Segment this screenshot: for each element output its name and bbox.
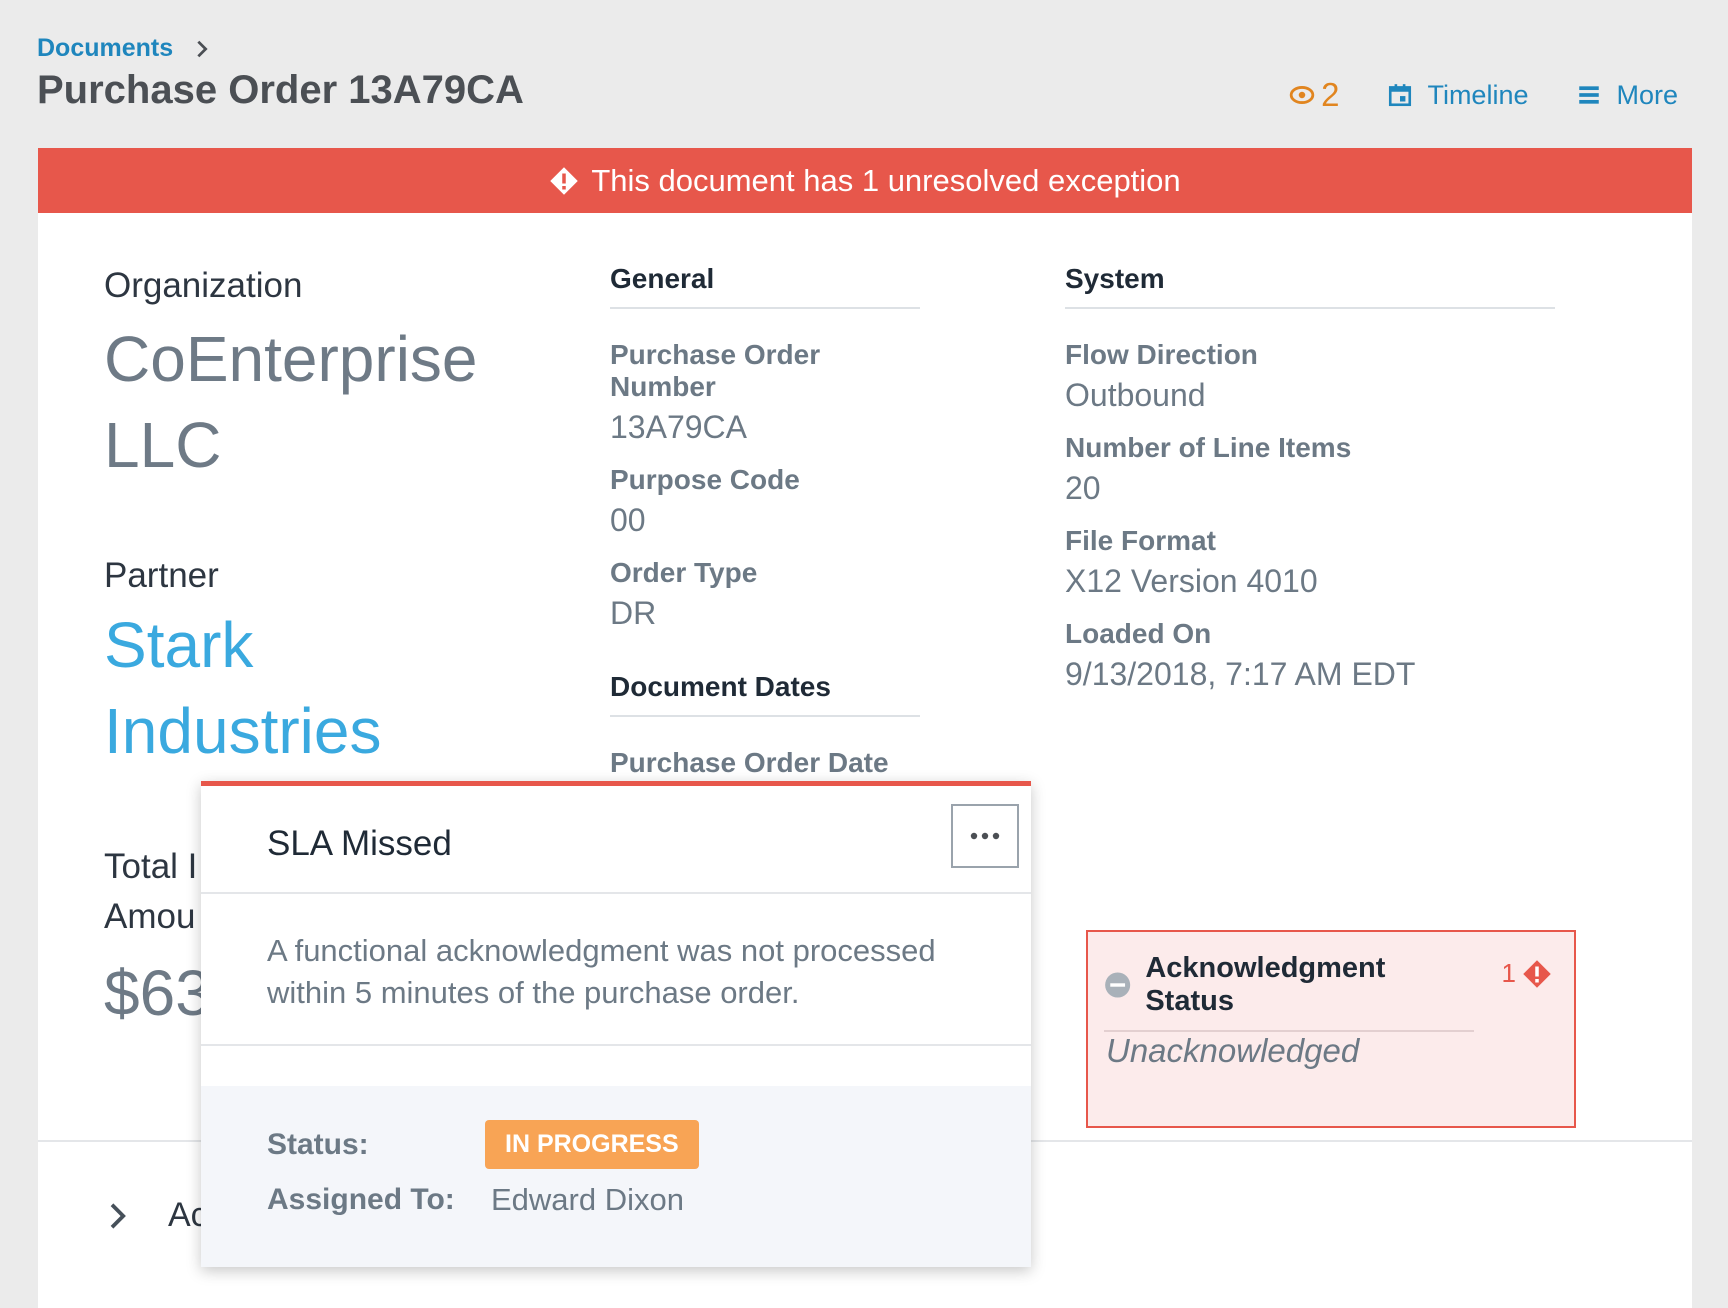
flow-direction-value: Outbound [1065, 377, 1206, 413]
assigned-row: Assigned To: Edward Dixon [267, 1182, 684, 1218]
breadcrumb-documents-link[interactable]: Documents [37, 34, 173, 63]
flow-direction-label: Flow Direction [1065, 339, 1258, 370]
po-number-label: Purchase Order Number [610, 339, 821, 402]
popover-title: SLA Missed [267, 824, 452, 863]
exception-banner[interactable]: This document has 1 unresolved exception [38, 148, 1692, 213]
header-actions: 2 Timeline More [1289, 76, 1678, 114]
more-horizontal-icon [970, 832, 1000, 840]
acknowledgment-title: Acknowledgment Status [1145, 952, 1386, 1017]
popover-options-button[interactable] [951, 804, 1019, 868]
acknowledgment-exception-count[interactable]: 1 [1502, 958, 1552, 989]
popover-header: SLA Missed [201, 786, 1031, 894]
loaded-on-label: Loaded On [1065, 618, 1212, 649]
watchers-button[interactable]: 2 [1289, 76, 1339, 114]
system-section: System Flow Direction Outbound Number of… [1065, 263, 1555, 693]
loaded-on-value: 9/13/2018, 7:17 AM EDT [1065, 656, 1416, 692]
order-type-value: DR [610, 595, 657, 631]
status-badge[interactable]: IN PROGRESS [485, 1120, 699, 1169]
calendar-icon [1389, 84, 1412, 107]
partner-name-link[interactable]: Stark Industries [104, 602, 524, 774]
organization-label: Organization [104, 266, 303, 305]
document-dates-heading: Document Dates [610, 671, 920, 717]
popover-footer: Status: IN PROGRESS Assigned To: Edward … [201, 1086, 1031, 1267]
status-label: Status: [267, 1127, 369, 1161]
assigned-label: Assigned To: [267, 1183, 455, 1216]
minus-circle-icon [1105, 972, 1131, 998]
partner-name-line1: Stark [104, 609, 254, 681]
organization-name-line1: CoEnterprise [104, 323, 478, 395]
general-heading: General [610, 263, 920, 309]
timeline-label: Timeline [1427, 79, 1529, 110]
system-heading: System [1065, 263, 1555, 309]
breadcrumb: Documents [37, 34, 213, 63]
document-dates-section: Document Dates Purchase Order Date [610, 671, 920, 779]
exception-count-value: 1 [1501, 958, 1516, 988]
partner-name-line2: Industries [104, 695, 382, 767]
expand-section-row[interactable]: Ac [102, 1196, 208, 1235]
menu-icon [1579, 86, 1600, 104]
watchers-count: 2 [1321, 76, 1340, 113]
organization-name-line2: LLC [104, 409, 222, 481]
purpose-code-label: Purpose Code [610, 464, 800, 495]
eye-icon [1289, 86, 1315, 104]
timeline-button[interactable]: Timeline [1387, 80, 1528, 111]
warning-diamond-icon [1523, 959, 1551, 988]
po-date-label: Purchase Order Date [610, 747, 889, 778]
exception-popover: SLA Missed A functional acknowledgment w… [201, 781, 1031, 1267]
order-type-label: Order Type [610, 557, 758, 588]
acknowledgment-value: Unacknowledged [1106, 1032, 1360, 1069]
page-title: Purchase Order 13A79CA [37, 68, 524, 112]
acknowledgment-header: Acknowledgment Status [1104, 952, 1474, 1032]
purpose-code-value: 00 [610, 502, 646, 538]
chevron-right-icon [110, 1202, 126, 1229]
general-section: General Purchase Order Number 13A79CA Pu… [610, 263, 920, 632]
chevron-right-icon [197, 40, 208, 57]
organization-name: CoEnterprise LLC [104, 316, 524, 488]
po-number-value: 13A79CA [610, 409, 747, 445]
partner-label: Partner [104, 556, 219, 595]
line-items-value: 20 [1065, 470, 1101, 506]
more-menu-button[interactable]: More [1576, 80, 1678, 111]
banner-message: This document has 1 unresolved exception [591, 162, 1181, 198]
assigned-value[interactable]: Edward Dixon [491, 1182, 684, 1218]
popover-description: A functional acknowledgment was not proc… [201, 894, 1031, 1046]
file-format-label: File Format [1065, 525, 1216, 556]
warning-diamond-icon [550, 166, 579, 195]
line-items-label: Number of Line Items [1065, 432, 1352, 463]
more-label: More [1616, 79, 1678, 110]
status-row: Status: IN PROGRESS [267, 1120, 699, 1169]
file-format-value: X12 Version 4010 [1065, 563, 1318, 599]
acknowledgment-status-card[interactable]: Acknowledgment Status 1 Unacknowledged [1086, 930, 1576, 1128]
